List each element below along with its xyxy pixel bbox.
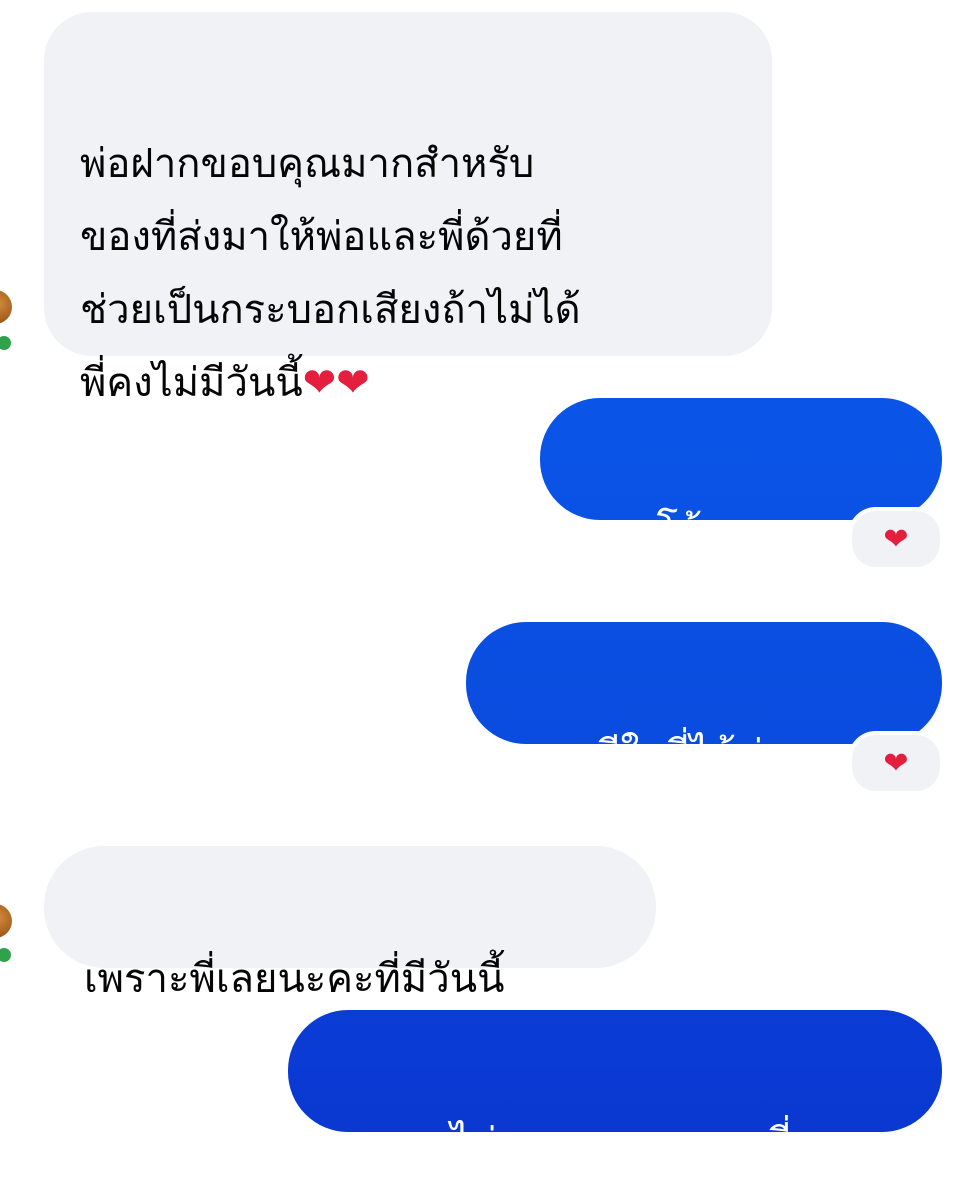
incoming-message-bubble[interactable]: พ่อฝากขอบคุณมากสำหรับ ของที่ส่งมาให้พ่อแ… [44, 12, 772, 406]
message-text: ไม่หรอก เพราะคนที่เมตตา [450, 1120, 906, 1166]
heart-emoji-icon: ❤❤ [302, 360, 370, 406]
heart-reaction-icon: ❤ [883, 521, 909, 557]
outgoing-message-bubble[interactable]: ดีใจที่ได้ช่วยนะคะ [466, 622, 942, 778]
outgoing-message-bubble[interactable]: โอ้ เยอะเลยยย [540, 398, 942, 554]
heart-reaction-icon: ❤ [883, 745, 909, 781]
heart-reaction-badge[interactable]: ❤ [848, 731, 944, 795]
outgoing-message-bubble[interactable]: ไม่หรอก เพราะคนที่เมตตา [288, 1010, 942, 1166]
sender-avatar[interactable] [0, 290, 12, 324]
heart-reaction-badge[interactable]: ❤ [848, 507, 944, 571]
online-status-icon [0, 945, 14, 965]
message-text: เพราะพี่เลยนะคะที่มีวันนี้ [84, 956, 505, 1002]
online-status-icon [0, 333, 14, 353]
sender-avatar[interactable] [0, 904, 12, 938]
incoming-message-bubble[interactable]: เพราะพี่เลยนะคะที่มีวันนี้ [44, 846, 656, 1002]
